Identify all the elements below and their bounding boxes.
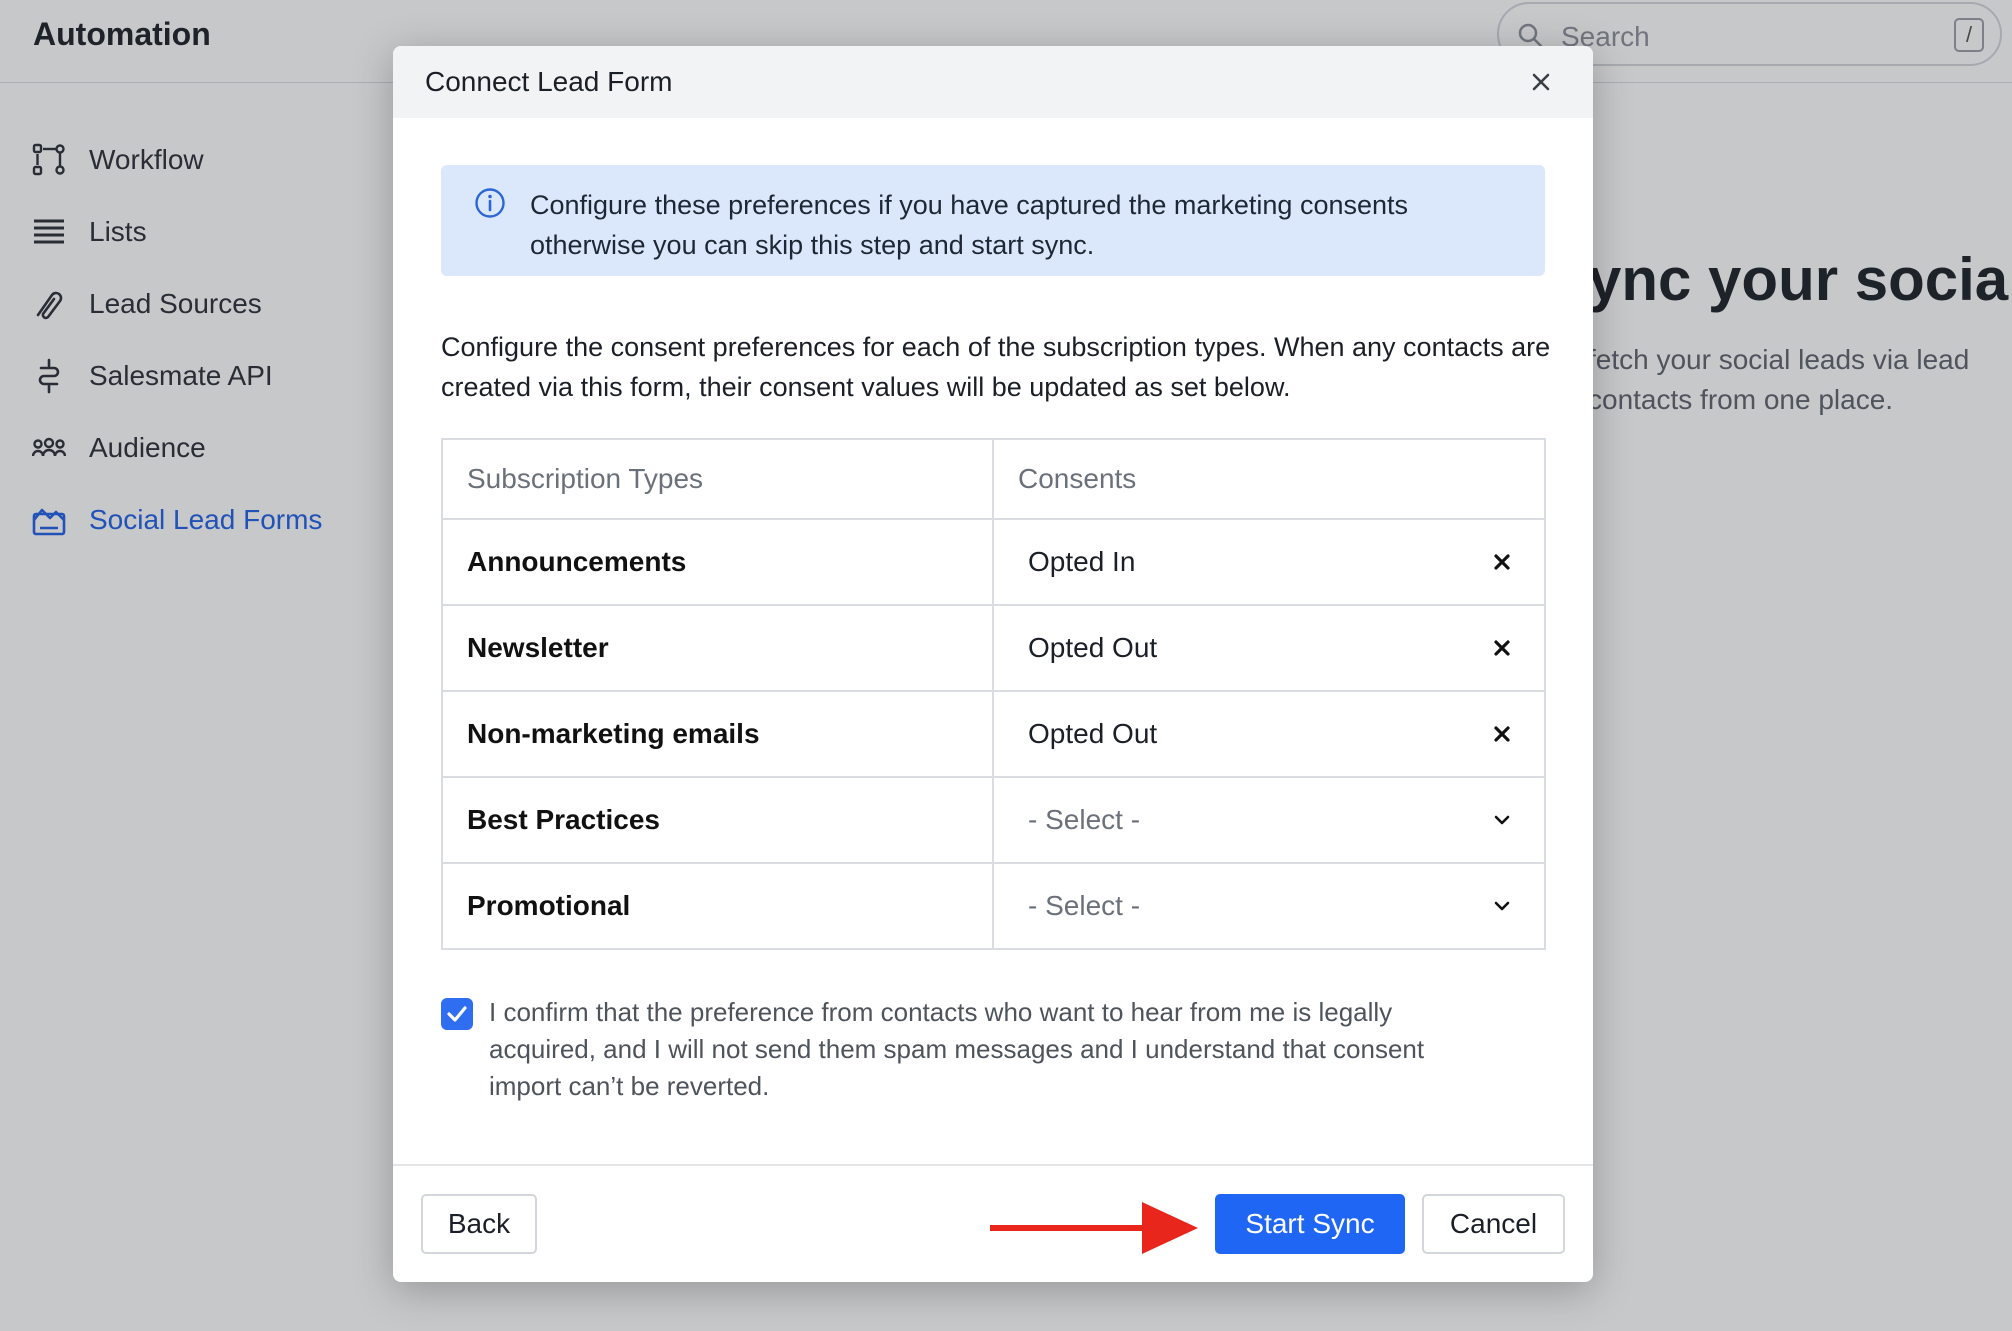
checkmark-icon: [447, 1006, 467, 1022]
consent-value: Opted Out: [1028, 632, 1158, 663]
dialog-header: Connect Lead Form: [393, 46, 1593, 118]
subscription-type: Non-marketing emails: [443, 692, 994, 776]
consent-value: Opted In: [1028, 546, 1136, 577]
clear-icon[interactable]: [1490, 722, 1514, 746]
consent-description: Configure the consent preferences for ea…: [441, 332, 1551, 402]
start-sync-button[interactable]: Start Sync: [1215, 1194, 1405, 1254]
consent-select[interactable]: Opted In: [994, 520, 1544, 604]
annotation-arrow-icon: [990, 1202, 1198, 1254]
close-icon[interactable]: [1525, 66, 1557, 98]
consent-placeholder: - Select -: [1028, 890, 1141, 921]
legal-confirmation-text: I confirm that the preference from conta…: [489, 997, 1425, 1101]
subscription-type: Announcements: [443, 520, 994, 604]
column-header-consents: Consents: [1018, 463, 1137, 494]
info-icon: [475, 188, 505, 218]
consent-select[interactable]: Opted Out: [994, 692, 1544, 776]
clear-icon[interactable]: [1490, 636, 1514, 660]
info-banner: Configure these preferences if you have …: [441, 165, 1545, 276]
back-button[interactable]: Back: [421, 1194, 537, 1254]
legal-confirmation-checkbox[interactable]: [441, 998, 473, 1030]
chevron-down-icon[interactable]: [1490, 894, 1514, 918]
table-header-row: Subscription Types Consents: [443, 440, 1544, 518]
column-header-subscription-types: Subscription Types: [443, 440, 994, 518]
table-row: Announcements Opted In: [443, 518, 1544, 604]
connect-lead-form-dialog: Connect Lead Form Configure these prefer…: [393, 46, 1593, 1282]
consent-table: Subscription Types Consents Announcement…: [441, 438, 1546, 950]
table-row: Non-marketing emails Opted Out: [443, 690, 1544, 776]
consent-placeholder: - Select -: [1028, 804, 1141, 835]
table-row: Best Practices - Select -: [443, 776, 1544, 862]
table-row: Promotional - Select -: [443, 862, 1544, 948]
consent-select[interactable]: - Select -: [994, 864, 1544, 948]
chevron-down-icon[interactable]: [1490, 808, 1514, 832]
dialog-title: Connect Lead Form: [425, 66, 673, 97]
consent-select[interactable]: Opted Out: [994, 606, 1544, 690]
info-banner-text: Configure these preferences if you have …: [530, 190, 1409, 260]
subscription-type: Promotional: [443, 864, 994, 948]
subscription-type: Best Practices: [443, 778, 994, 862]
consent-value: Opted Out: [1028, 718, 1158, 749]
consent-select[interactable]: - Select -: [994, 778, 1544, 862]
cancel-button[interactable]: Cancel: [1422, 1194, 1565, 1254]
clear-icon[interactable]: [1490, 550, 1514, 574]
table-row: Newsletter Opted Out: [443, 604, 1544, 690]
subscription-type: Newsletter: [443, 606, 994, 690]
